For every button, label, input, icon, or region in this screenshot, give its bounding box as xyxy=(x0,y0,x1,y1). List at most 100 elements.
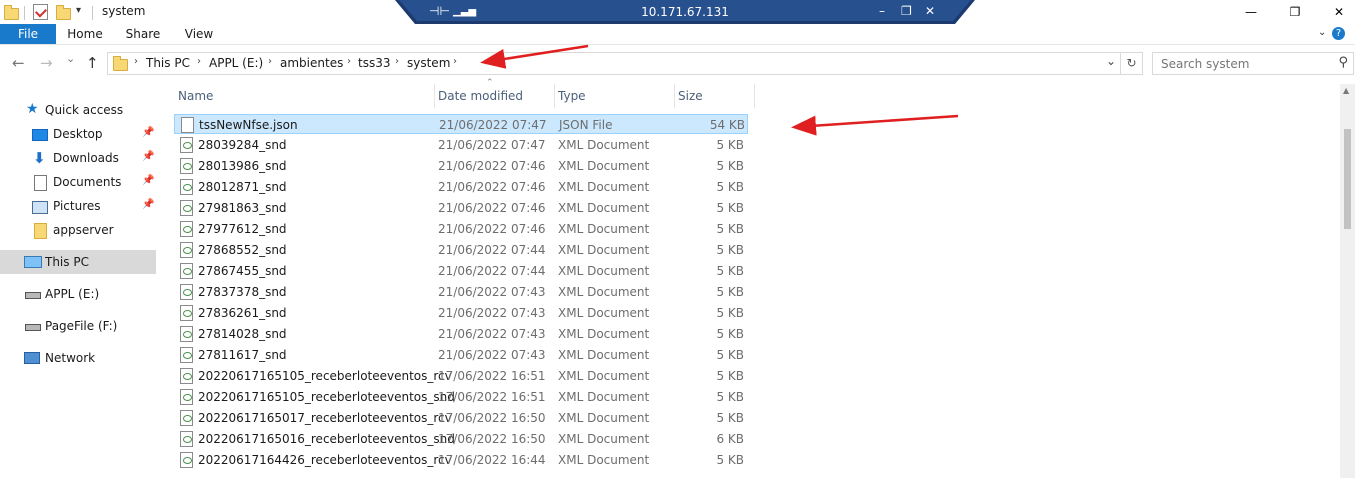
scroll-thumb[interactable] xyxy=(1344,129,1351,229)
table-row[interactable]: 27837378_snd 21/06/2022 07:43 XML Document… xyxy=(174,282,748,302)
new-folder-icon[interactable] xyxy=(56,5,71,20)
table-row[interactable]: 20220617165105_receberloteeventos_rcv 17/… xyxy=(174,366,748,386)
up-button[interactable]: ↑ xyxy=(86,54,99,72)
sidebar-item-pagefile-drive[interactable]: PageFile (F:) xyxy=(0,314,156,338)
chevron-right-icon[interactable]: › xyxy=(134,56,138,67)
table-row[interactable]: 20220617165017_receberloteeventos_rcv 17/… xyxy=(174,408,748,428)
file-size: 5 KB xyxy=(716,222,744,236)
rdp-host: 10.171.67.131 xyxy=(641,5,729,19)
column-header-type[interactable]: Type xyxy=(554,84,675,108)
rdp-close-button[interactable]: ✕ xyxy=(925,4,935,18)
breadcrumb-appl[interactable]: APPL (E:) xyxy=(209,56,263,70)
xml-file-icon xyxy=(180,158,193,174)
sidebar-item-downloads[interactable]: ⬇ Downloads 📌 xyxy=(0,146,156,170)
rdp-connection-bar: ⊣⊢ ▁▃▅ 10.171.67.131 – ❐ ✕ xyxy=(395,0,975,24)
sidebar-item-pictures[interactable]: Pictures 📌 xyxy=(0,194,156,218)
back-button[interactable]: ← xyxy=(12,54,25,72)
help-icon[interactable]: ? xyxy=(1332,27,1345,40)
sidebar-item-network[interactable]: Network xyxy=(0,346,156,370)
tab-file[interactable]: File xyxy=(0,24,56,44)
tab-home[interactable]: Home xyxy=(62,24,108,44)
address-bar[interactable]: › This PC › APPL (E:) › ambientes › tss3… xyxy=(107,52,1121,75)
table-row[interactable]: 28013986_snd 21/06/2022 07:46 XML Document… xyxy=(174,156,748,176)
scroll-up-icon[interactable]: ▲ xyxy=(1343,86,1349,95)
forward-button[interactable]: → xyxy=(40,54,53,72)
recent-locations-button[interactable]: ⌄ xyxy=(66,52,75,65)
sidebar-item-label: APPL (E:) xyxy=(45,287,100,301)
rdp-restore-button[interactable]: ❐ xyxy=(901,4,912,18)
file-type: XML Document xyxy=(558,453,650,467)
xml-file-icon xyxy=(180,326,193,342)
breadcrumb-system[interactable]: system xyxy=(407,56,450,70)
sidebar-item-this-pc[interactable]: This PC xyxy=(0,250,156,274)
breadcrumb-ambientes[interactable]: ambientes xyxy=(280,56,343,70)
refresh-button[interactable]: ↻ xyxy=(1120,52,1143,75)
table-row[interactable]: 28012871_snd 21/06/2022 07:46 XML Document… xyxy=(174,177,748,197)
file-date: 21/06/2022 07:43 xyxy=(438,348,546,362)
breadcrumb-this-pc[interactable]: This PC xyxy=(146,56,190,70)
search-input[interactable] xyxy=(1159,56,1333,72)
drive-icon xyxy=(25,324,41,331)
minimize-button[interactable]: — xyxy=(1228,0,1274,24)
chevron-right-icon[interactable]: › xyxy=(347,56,351,67)
table-row[interactable]: 27811617_snd 21/06/2022 07:43 XML Document… xyxy=(174,345,748,365)
breadcrumb-tss33[interactable]: tss33 xyxy=(358,56,390,70)
column-header-size[interactable]: Size xyxy=(674,84,755,108)
pin-icon[interactable]: 📌 xyxy=(142,151,154,162)
documents-icon xyxy=(34,175,47,191)
file-type: XML Document xyxy=(558,306,650,320)
tab-share[interactable]: Share xyxy=(120,24,166,44)
vertical-scrollbar[interactable]: ▲ xyxy=(1340,84,1355,478)
search-icon[interactable]: ⚲ xyxy=(1338,55,1348,70)
address-dropdown-icon[interactable]: ⌄ xyxy=(1106,54,1116,68)
rdp-minimize-button[interactable]: – xyxy=(879,4,885,18)
table-row[interactable]: 20220617165016_receberloteeventos_snd 17/… xyxy=(174,429,748,449)
file-date: 21/06/2022 07:46 xyxy=(438,201,546,215)
table-row[interactable]: 20220617164426_receberloteeventos_rcv 17/… xyxy=(174,450,748,470)
close-button[interactable]: ✕ xyxy=(1316,0,1355,24)
desktop-icon xyxy=(32,129,48,141)
expand-ribbon-icon[interactable]: ⌄ xyxy=(1318,27,1326,38)
table-row[interactable]: 27977612_snd 21/06/2022 07:46 XML Document… xyxy=(174,219,748,239)
properties-icon[interactable] xyxy=(33,4,48,20)
chevron-right-icon[interactable]: › xyxy=(268,56,272,67)
file-size: 5 KB xyxy=(716,327,744,341)
column-header-date[interactable]: Date modified xyxy=(434,84,555,108)
column-header-name[interactable]: Name xyxy=(174,84,435,108)
file-size: 5 KB xyxy=(716,390,744,404)
customize-qat-icon[interactable]: ▾ xyxy=(76,5,81,16)
xml-file-icon xyxy=(180,347,193,363)
table-row[interactable]: 27836261_snd 21/06/2022 07:43 XML Document… xyxy=(174,303,748,323)
file-name: 27977612_snd xyxy=(198,222,287,236)
table-row[interactable]: tssNewNfse.json 21/06/2022 07:47 JSON File… xyxy=(174,114,748,134)
sidebar-item-quick-access[interactable]: ★ Quick access xyxy=(0,98,156,122)
file-size: 6 KB xyxy=(716,432,744,446)
chevron-right-icon[interactable]: › xyxy=(453,56,457,67)
sidebar-item-documents[interactable]: Documents 📌 xyxy=(0,170,156,194)
pin-icon[interactable]: 📌 xyxy=(142,127,154,138)
chevron-right-icon[interactable]: › xyxy=(197,56,201,67)
table-row[interactable]: 28039284_snd 21/06/2022 07:47 XML Document… xyxy=(174,135,748,155)
sidebar-item-desktop[interactable]: Desktop 📌 xyxy=(0,122,156,146)
file-name: 27981863_snd xyxy=(198,201,287,215)
sidebar-item-appserver[interactable]: appserver xyxy=(0,218,156,242)
search-box[interactable]: ⚲ xyxy=(1152,52,1354,75)
file-name: 28013986_snd xyxy=(198,159,287,173)
table-row[interactable]: 27867455_snd 21/06/2022 07:44 XML Document… xyxy=(174,261,748,281)
pin-bar-icon[interactable]: ⊣⊢ xyxy=(429,4,450,18)
file-date: 17/06/2022 16:51 xyxy=(438,390,546,404)
computer-icon xyxy=(24,256,42,268)
table-row[interactable]: 20220617165105_receberloteeventos_snd 17/… xyxy=(174,387,748,407)
separator xyxy=(92,6,93,20)
sidebar-item-appl-drive[interactable]: APPL (E:) xyxy=(0,282,156,306)
navigation-pane: ★ Quick access Desktop 📌 ⬇ Downloads 📌 D… xyxy=(0,84,158,478)
chevron-right-icon[interactable]: › xyxy=(395,56,399,67)
file-name: 27837378_snd xyxy=(198,285,287,299)
tab-view[interactable]: View xyxy=(176,24,222,44)
table-row[interactable]: 27981863_snd 21/06/2022 07:46 XML Document… xyxy=(174,198,748,218)
maximize-button[interactable]: ❐ xyxy=(1272,0,1318,24)
table-row[interactable]: 27814028_snd 21/06/2022 07:43 XML Document… xyxy=(174,324,748,344)
pin-icon[interactable]: 📌 xyxy=(142,175,154,186)
table-row[interactable]: 27868552_snd 21/06/2022 07:44 XML Document… xyxy=(174,240,748,260)
pin-icon[interactable]: 📌 xyxy=(142,199,154,210)
